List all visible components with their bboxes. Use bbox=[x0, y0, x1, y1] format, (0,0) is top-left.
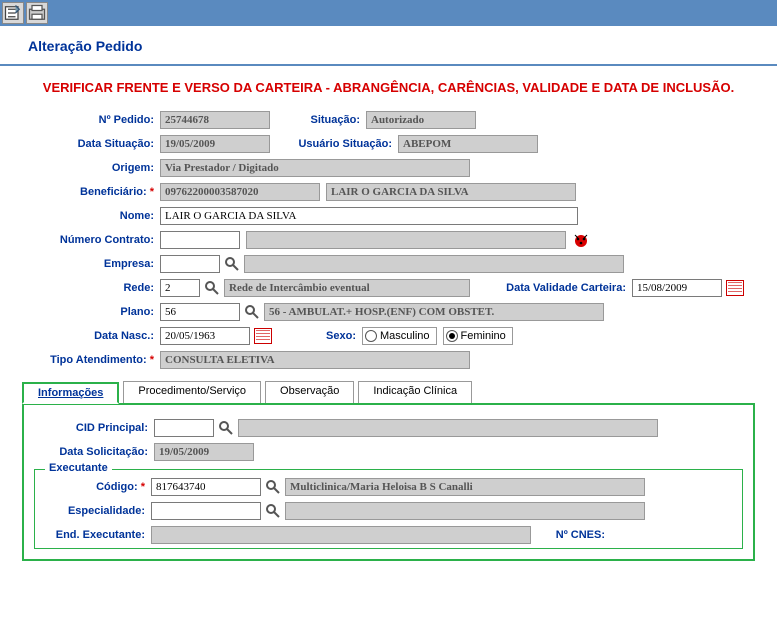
tab-strip: Informações Procedimento/Serviço Observa… bbox=[22, 381, 755, 403]
label-situacao: Situação: bbox=[270, 114, 366, 126]
label-data-solicitacao: Data Solicitação: bbox=[34, 446, 154, 458]
label-nome: Nome: bbox=[22, 210, 160, 222]
lookup-exec-codigo-icon[interactable] bbox=[265, 479, 281, 495]
tab-informacoes[interactable]: Informações bbox=[22, 382, 119, 404]
input-origem bbox=[160, 159, 470, 177]
input-espec-desc bbox=[285, 502, 645, 520]
lookup-cid-icon[interactable] bbox=[218, 420, 234, 436]
toolbar-btn-2[interactable] bbox=[26, 2, 48, 24]
input-data-situacao bbox=[160, 135, 270, 153]
label-exec-codigo: Código: * bbox=[43, 481, 151, 493]
label-cid-principal: CID Principal: bbox=[34, 422, 154, 434]
label-origem: Origem: bbox=[22, 162, 160, 174]
label-nopedido: Nº Pedido: bbox=[22, 114, 160, 126]
input-validade-carteira[interactable] bbox=[632, 279, 722, 297]
input-nopedido bbox=[160, 111, 270, 129]
input-rede-cod[interactable] bbox=[160, 279, 200, 297]
label-num-contrato: Número Contrato: bbox=[22, 234, 160, 246]
input-empresa-desc bbox=[244, 255, 624, 273]
input-beneficiario-nome bbox=[326, 183, 576, 201]
lookup-rede-icon[interactable] bbox=[204, 280, 220, 296]
label-especialidade: Especialidade: bbox=[43, 505, 151, 517]
fieldset-executante: Executante Código: * Especialidade: End.… bbox=[34, 469, 743, 549]
input-data-nasc[interactable] bbox=[160, 327, 250, 345]
radio-dot-m bbox=[365, 330, 377, 342]
label-rede: Rede: bbox=[22, 282, 160, 294]
lookup-plano-icon[interactable] bbox=[244, 304, 260, 320]
input-nome[interactable] bbox=[160, 207, 578, 225]
input-espec-cod[interactable] bbox=[151, 502, 261, 520]
tab-procedimento[interactable]: Procedimento/Serviço bbox=[123, 381, 261, 403]
lookup-espec-icon[interactable] bbox=[265, 503, 281, 519]
input-plano-cod[interactable] bbox=[160, 303, 240, 321]
input-contrato-desc bbox=[246, 231, 566, 249]
input-end-executante bbox=[151, 526, 531, 544]
label-beneficiario: Beneficiário: * bbox=[22, 186, 160, 198]
label-end-executante: End. Executante: bbox=[43, 529, 151, 541]
tab-indicacao[interactable]: Indicação Clínica bbox=[358, 381, 472, 403]
input-contrato-cod[interactable] bbox=[160, 231, 240, 249]
input-plano-desc bbox=[264, 303, 604, 321]
tab-body-informacoes: CID Principal: Data Solicitação: Executa… bbox=[22, 403, 755, 561]
input-empresa-cod[interactable] bbox=[160, 255, 220, 273]
input-cid-desc bbox=[238, 419, 658, 437]
radio-feminino[interactable]: Feminino bbox=[443, 327, 513, 345]
tab-observacao[interactable]: Observação bbox=[265, 381, 354, 403]
top-toolbar bbox=[0, 0, 777, 26]
calendar-nasc-icon[interactable] bbox=[254, 328, 272, 344]
input-exec-desc bbox=[285, 478, 645, 496]
label-tipo-atend: Tipo Atendimento: * bbox=[22, 354, 160, 366]
input-data-solicitacao bbox=[154, 443, 254, 461]
label-data-situacao: Data Situação: bbox=[22, 138, 160, 150]
input-usuario-situacao bbox=[398, 135, 538, 153]
legend-executante: Executante bbox=[45, 462, 112, 474]
input-situacao bbox=[366, 111, 476, 129]
radio-masculino[interactable]: Masculino bbox=[362, 327, 437, 345]
label-sexo: Sexo: bbox=[272, 330, 362, 342]
label-plano: Plano: bbox=[22, 306, 160, 318]
radio-dot-f bbox=[446, 330, 458, 342]
ladybug-icon[interactable] bbox=[572, 231, 590, 249]
input-tipo-atend bbox=[160, 351, 470, 369]
input-beneficiario-cod bbox=[160, 183, 320, 201]
input-exec-codigo[interactable] bbox=[151, 478, 261, 496]
label-no-cnes: Nº CNES: bbox=[531, 529, 611, 541]
toolbar-btn-1[interactable] bbox=[2, 2, 24, 24]
label-empresa: Empresa: bbox=[22, 258, 160, 270]
calendar-validade-icon[interactable] bbox=[726, 280, 744, 296]
alert-banner: VERIFICAR FRENTE E VERSO DA CARTEIRA - A… bbox=[22, 80, 755, 97]
page-title: Alteração Pedido bbox=[0, 26, 777, 66]
lookup-empresa-icon[interactable] bbox=[224, 256, 240, 272]
form-content: VERIFICAR FRENTE E VERSO DA CARTEIRA - A… bbox=[0, 66, 777, 575]
label-validade-carteira: Data Validade Carteira: bbox=[470, 282, 632, 294]
input-cid-cod[interactable] bbox=[154, 419, 214, 437]
input-rede-desc bbox=[224, 279, 470, 297]
label-data-nasc: Data Nasc.: bbox=[22, 330, 160, 342]
label-usuario-situacao: Usuário Situação: bbox=[270, 138, 398, 150]
